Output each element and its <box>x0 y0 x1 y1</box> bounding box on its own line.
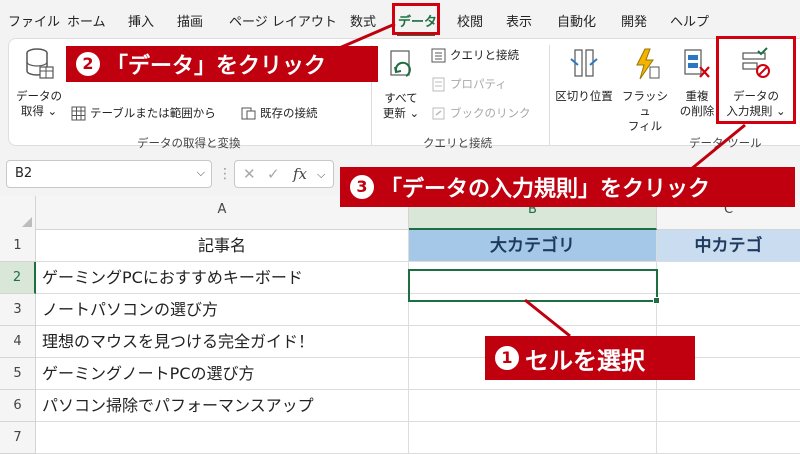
callout-step2: 2 「データ」をクリック <box>66 46 378 82</box>
callout-step3: 3 「データの入力規則」をクリック <box>340 167 795 207</box>
connector-step3 <box>689 123 746 172</box>
step3-text: 「データの入力規則」をクリック <box>380 177 711 202</box>
highlight-data-tab <box>392 3 440 35</box>
highlight-data-validation <box>716 36 796 124</box>
step1-number: 1 <box>495 346 519 370</box>
step1-text: セルを選択 <box>525 346 645 375</box>
callout-step1: 1 セルを選択 <box>485 336 695 380</box>
step3-number: 3 <box>350 175 374 199</box>
connector-step1 <box>524 298 571 338</box>
step2-number: 2 <box>76 52 100 76</box>
step2-text: 「データ」をクリック <box>106 54 327 79</box>
